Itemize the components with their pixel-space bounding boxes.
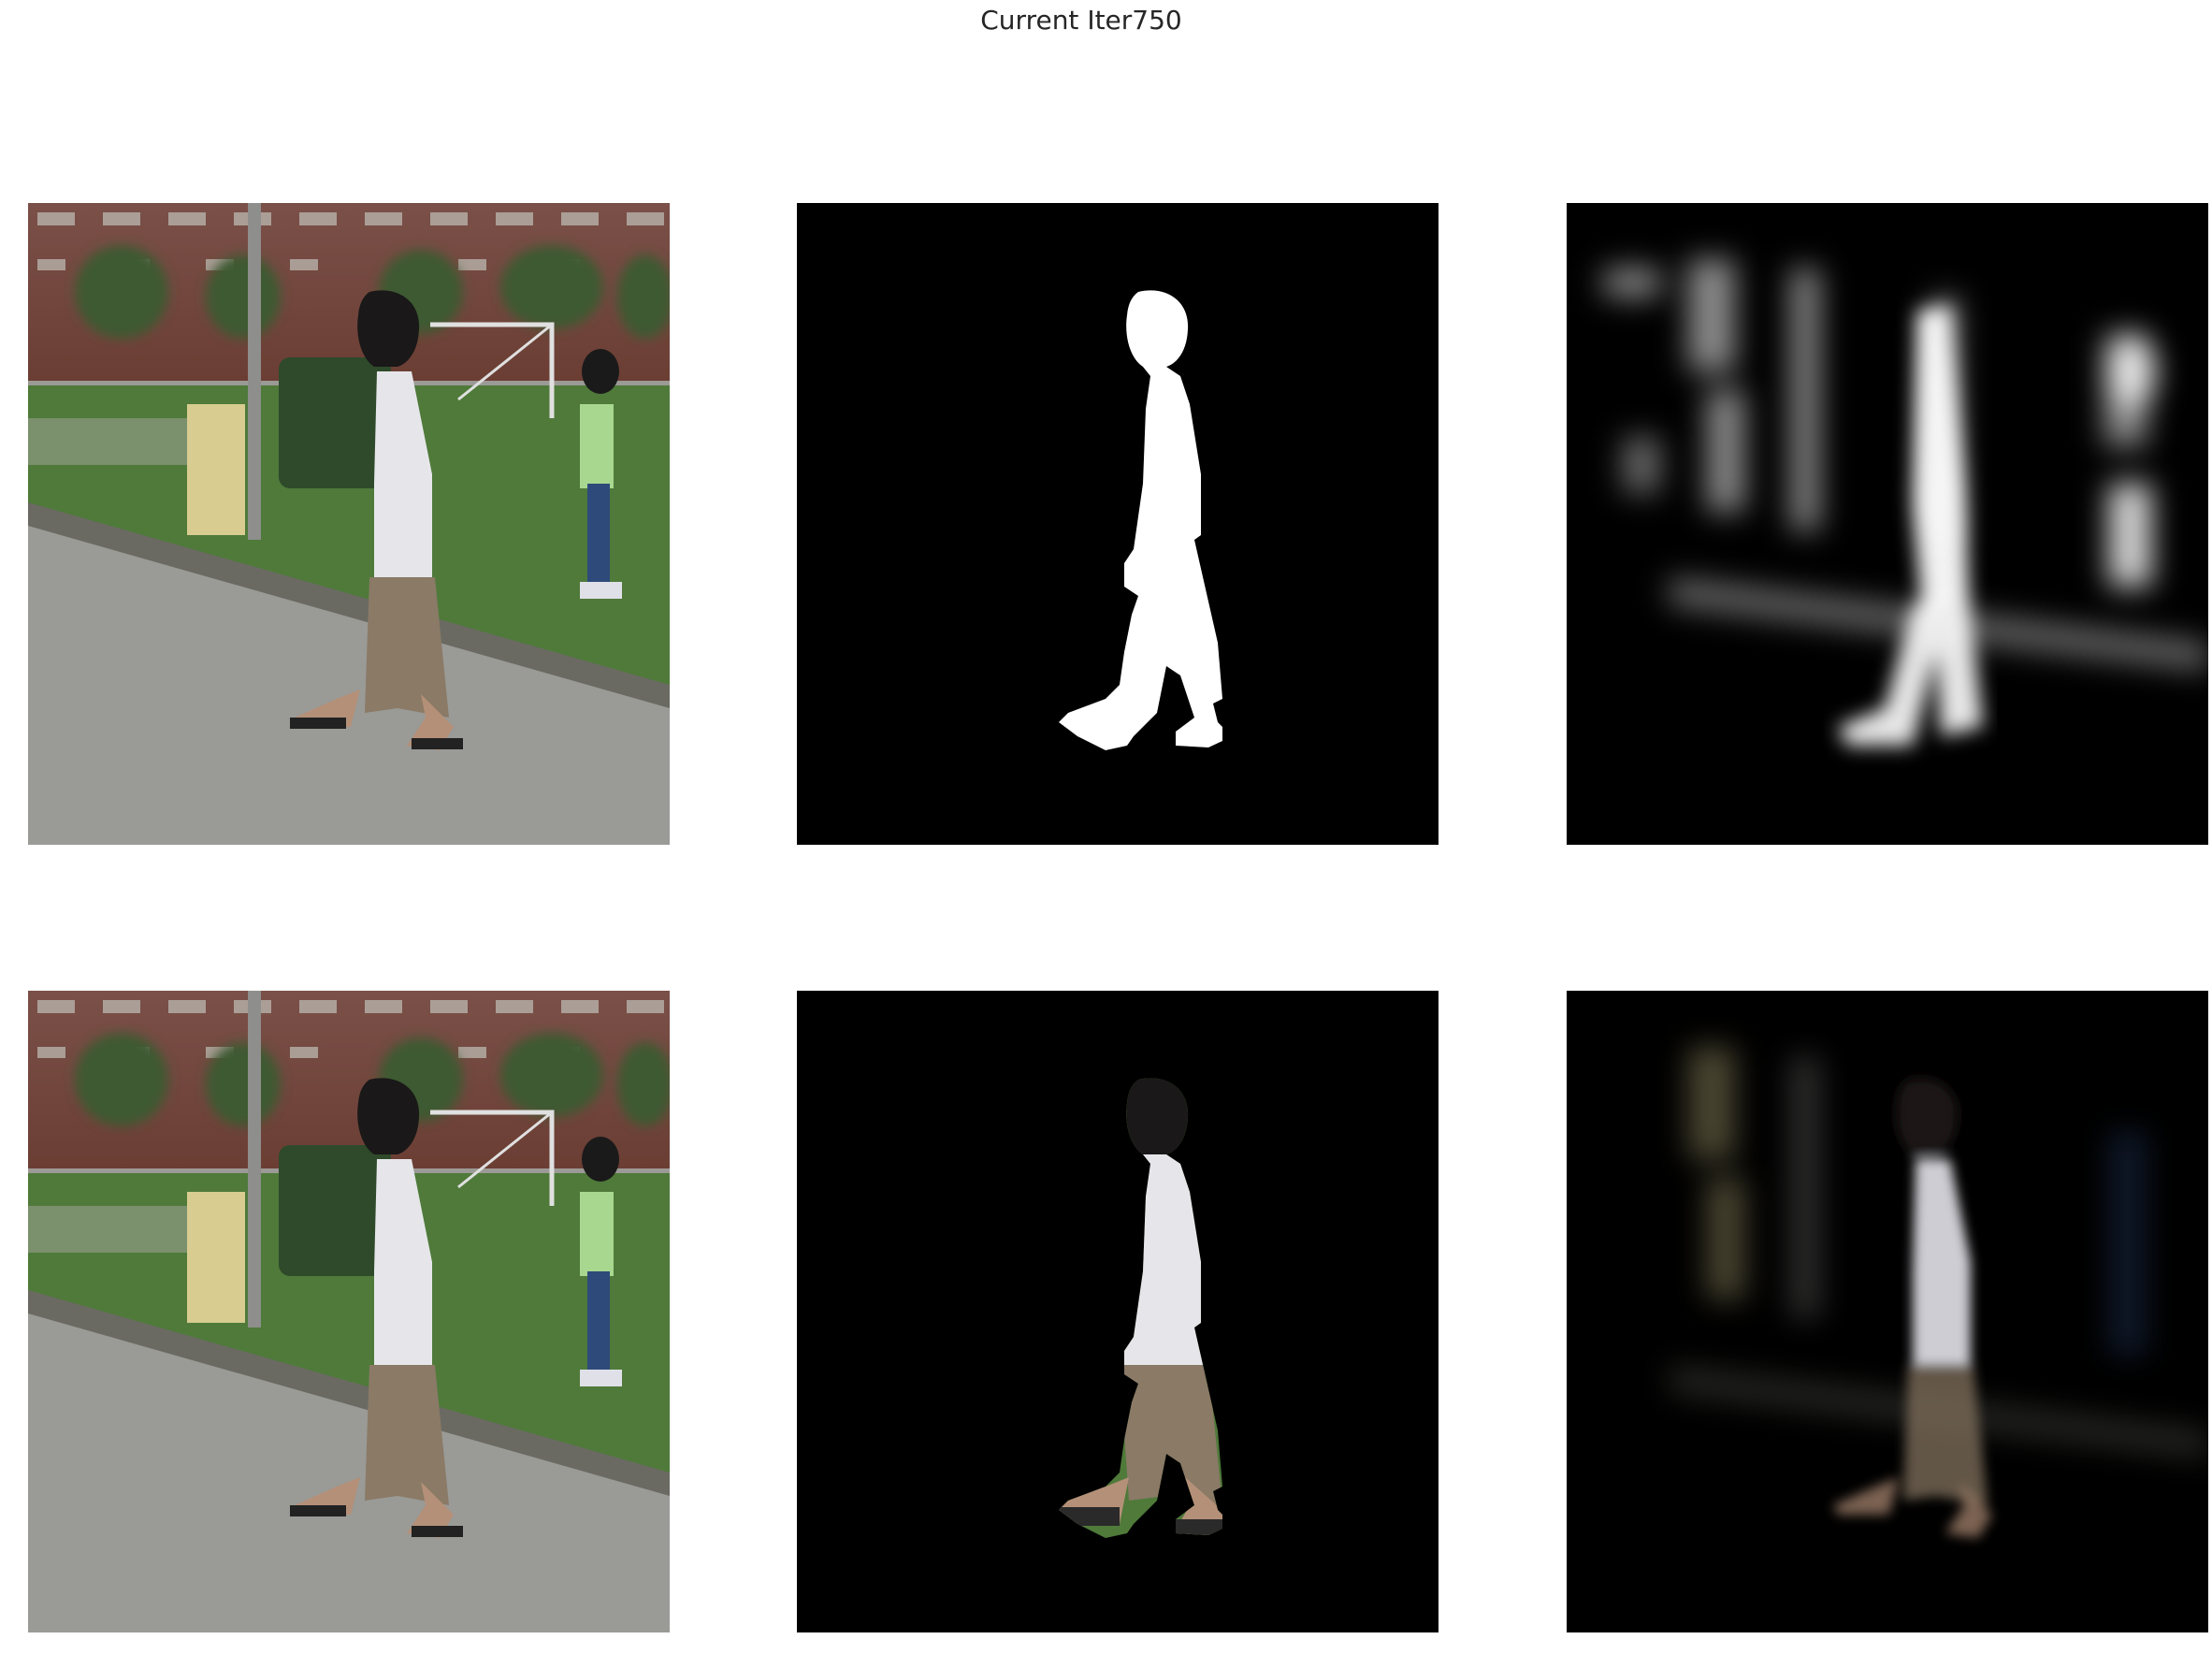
predicted-mask: [1567, 203, 2208, 845]
input-photo-panel: [28, 203, 670, 845]
predicted-masked-photo: [1567, 991, 2208, 1632]
input-photo: [28, 203, 670, 845]
ground-truth-masked-photo: [797, 991, 1439, 1632]
ground-truth-mask-panel: [797, 203, 1439, 845]
figure-title: Current Iter750: [980, 5, 1182, 36]
ground-truth-mask: [797, 203, 1439, 845]
input-photo: [28, 991, 670, 1632]
predicted-masked-photo-panel: [1567, 991, 2208, 1632]
input-photo-panel: [28, 991, 670, 1632]
predicted-mask-panel: [1567, 203, 2208, 845]
ground-truth-masked-photo-panel: [797, 991, 1439, 1632]
